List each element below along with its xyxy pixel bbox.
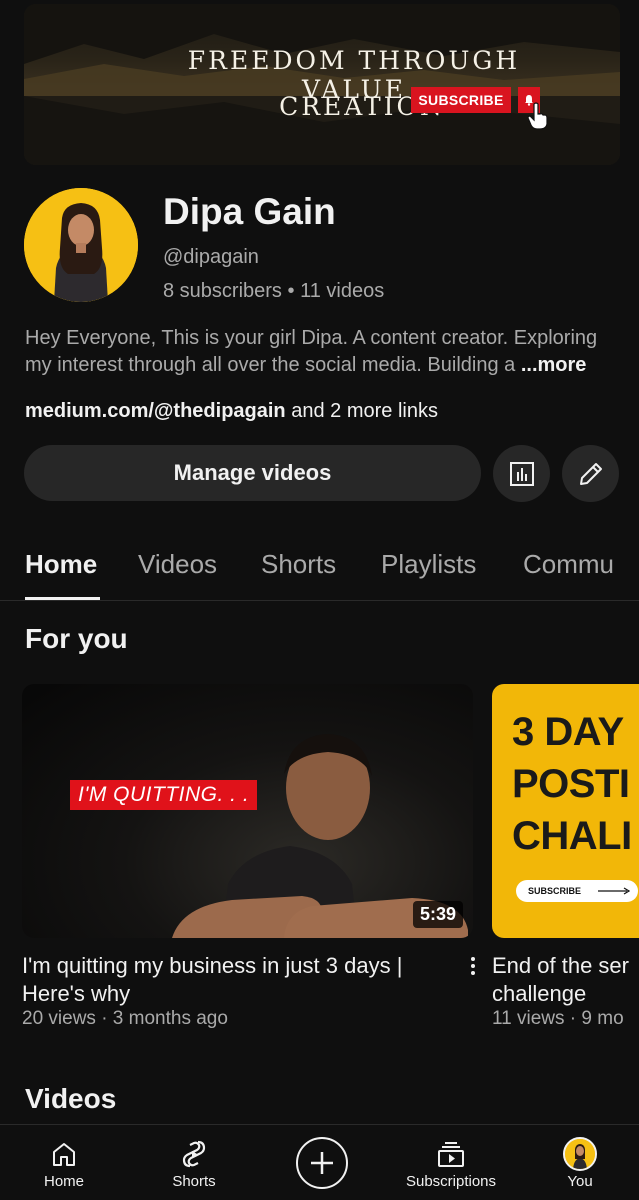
nav-you-label: You xyxy=(567,1173,593,1190)
more-links[interactable]: and 2 more links xyxy=(291,400,438,422)
nav-shorts[interactable]: Shorts xyxy=(164,1125,224,1200)
avatar xyxy=(563,1137,597,1171)
nav-subscriptions[interactable]: Subscriptions xyxy=(396,1125,506,1200)
channel-handle: @dipagain xyxy=(163,246,259,268)
thumbnail-caption: I'M QUITTING. . . xyxy=(70,780,258,810)
video-thumbnail[interactable]: I'M QUITTING. . . 5:39 xyxy=(22,684,473,938)
nav-subscriptions-label: Subscriptions xyxy=(405,1173,497,1190)
thumbnail-person xyxy=(172,734,468,938)
home-icon xyxy=(50,1137,78,1171)
edit-channel-button[interactable] xyxy=(562,445,619,502)
video-title-line2: Here's why xyxy=(22,981,131,1006)
thumb-text-line3: CHALI xyxy=(512,814,632,858)
shorts-icon xyxy=(180,1137,208,1171)
bottom-navigation: Home Shorts Subscriptions You xyxy=(0,1124,639,1200)
channel-links[interactable]: medium.com/@thedipagain and 2 more links xyxy=(25,400,438,423)
pencil-icon xyxy=(579,462,602,485)
nav-home-label: Home xyxy=(43,1173,84,1190)
video-meta: 20 views · 3 months ago xyxy=(22,1008,228,1029)
nav-shorts-label: Shorts xyxy=(172,1173,216,1190)
profile-photo xyxy=(24,188,138,302)
manage-videos-button[interactable]: Manage videos xyxy=(24,445,481,501)
thumb-text-line1: 3 DAY xyxy=(512,710,624,754)
channel-avatar[interactable] xyxy=(24,188,138,302)
tab-playlists[interactable]: Playlists xyxy=(381,549,476,580)
video-duration: 5:39 xyxy=(412,901,463,928)
analytics-button[interactable] xyxy=(493,445,550,502)
tab-videos[interactable]: Videos xyxy=(138,549,217,580)
thumb-subscribe-label: SUBSCRIBE xyxy=(528,886,582,896)
description-more-link[interactable]: ...more xyxy=(521,354,587,376)
description-line2-text: my interest through all over the social … xyxy=(25,354,516,376)
channel-banner: Freedom through value creation SUBSCRIBE xyxy=(24,4,620,165)
create-icon xyxy=(311,1152,333,1174)
video-title[interactable]: I'm quitting my business in just 3 days … xyxy=(22,952,452,1008)
you-avatar-wrap xyxy=(563,1137,597,1171)
channel-link[interactable]: medium.com/@thedipagain xyxy=(25,400,286,422)
arrow-right-icon xyxy=(598,887,630,895)
banner-subscribe-graphic: SUBSCRIBE xyxy=(411,87,511,113)
channel-tabs: Home Videos Shorts Playlists Commu xyxy=(0,540,639,601)
active-tab-indicator xyxy=(25,597,100,600)
video-thumbnail-2[interactable]: 3 DAY POSTI CHALI SUBSCRIBE xyxy=(492,684,639,938)
nav-home[interactable]: Home xyxy=(34,1125,94,1200)
hand-cursor-icon xyxy=(527,102,549,135)
channel-stats: 8 subscribers • 11 videos xyxy=(163,280,384,303)
tab-community[interactable]: Commu xyxy=(523,549,614,580)
video-title-2-line2: challenge xyxy=(492,981,587,1006)
video-meta-2: 11 views · 9 mo xyxy=(492,1008,624,1029)
videos-heading: Videos xyxy=(25,1083,117,1114)
thumb-text-line2: POSTI xyxy=(512,762,630,806)
create-button[interactable] xyxy=(296,1137,348,1189)
description-line2: my interest through all over the social … xyxy=(25,352,625,379)
video-title-2-line1: End of the ser xyxy=(492,953,629,978)
channel-name: Dipa Gain xyxy=(163,191,336,232)
video-title-line1: I'm quitting my business in just 3 days … xyxy=(22,953,403,978)
for-you-heading: For you xyxy=(25,623,128,654)
thumb-subscribe-pill: SUBSCRIBE xyxy=(516,880,638,902)
subscriber-count: 8 subscribers xyxy=(163,280,282,302)
nav-you[interactable]: You xyxy=(555,1125,605,1200)
tab-shorts[interactable]: Shorts xyxy=(261,549,336,580)
stats-separator: • xyxy=(287,280,295,302)
subscriptions-icon xyxy=(436,1137,466,1171)
channel-description[interactable]: Hey Everyone, This is your girl Dipa. A … xyxy=(25,325,625,379)
description-line1: Hey Everyone, This is your girl Dipa. A … xyxy=(25,327,598,349)
more-options-icon[interactable] xyxy=(468,955,478,982)
tab-home[interactable]: Home xyxy=(25,549,97,580)
analytics-icon xyxy=(509,461,534,486)
video-title-2[interactable]: End of the ser challenge xyxy=(492,952,639,1008)
video-count: 11 videos xyxy=(300,280,385,302)
